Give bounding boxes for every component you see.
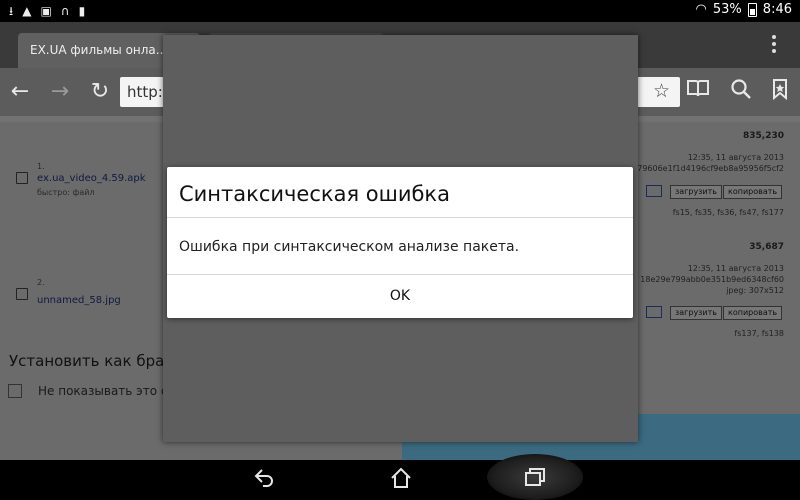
dont-show-label: Не показывать это соо <box>38 384 183 398</box>
file-hash: 18e29e799abb0e351b9ed6348cf60 <box>640 275 784 284</box>
dialog-title: Синтаксическая ошибка <box>179 182 450 206</box>
file-tags: fs137, fs138 <box>734 329 784 338</box>
file-number: 2. <box>37 278 45 287</box>
upload-button[interactable]: загрузить <box>670 306 722 320</box>
default-browser-prompt: Установить как брауз <box>9 352 182 370</box>
forward-arrow-icon[interactable]: → <box>46 78 74 106</box>
error-dialog: Синтаксическая ошибка Ошибка при синтакс… <box>167 167 633 318</box>
recent-apps-icon[interactable] <box>520 466 550 494</box>
bookmarks-icon[interactable] <box>766 78 794 108</box>
download-icon: ⭳ <box>9 4 14 18</box>
file-size: 835,230 <box>743 131 784 141</box>
sd-card-icon: ▮ <box>78 4 86 18</box>
status-bar: ⭳ ▲ ▣ ∩ ▮ ◠ 53% 8:46 <box>0 0 800 22</box>
dont-show-checkbox[interactable] <box>8 384 22 398</box>
dialog-divider <box>167 217 633 218</box>
search-icon[interactable] <box>727 78 755 108</box>
file-link[interactable]: unnamed_58.jpg <box>37 295 121 306</box>
back-icon[interactable] <box>250 466 280 494</box>
file-link[interactable]: ex.ua_video_4.59.apk <box>37 173 146 184</box>
headset-icon: ∩ <box>60 4 70 18</box>
clock: 8:46 <box>762 2 792 17</box>
url-text: http:/ <box>127 83 168 101</box>
battery-icon <box>747 2 757 17</box>
ok-button[interactable]: OK <box>167 275 633 318</box>
floppy-icon <box>16 288 28 300</box>
wifi-icon: ◠ <box>695 2 707 17</box>
reload-icon[interactable]: ↻ <box>86 78 114 106</box>
overflow-menu-icon[interactable] <box>772 35 778 56</box>
file-meta: jpeg: 307x512 <box>726 286 784 295</box>
file-number: 1. <box>37 162 45 171</box>
dialog-message: Ошибка при синтаксическом анализе пакета… <box>179 239 520 255</box>
home-icon[interactable] <box>386 466 416 494</box>
file-size: 35,687 <box>749 242 784 252</box>
star-icon[interactable]: ☆ <box>653 80 670 102</box>
floppy-icon <box>16 172 28 184</box>
file-subtitle: быстро: файл <box>37 188 95 197</box>
copy-button[interactable]: копировать <box>723 185 783 199</box>
back-arrow-icon[interactable]: ← <box>6 78 34 106</box>
copy-button[interactable]: копировать <box>723 306 783 320</box>
upload-button[interactable]: загрузить <box>670 185 722 199</box>
mail-icon[interactable] <box>646 306 662 318</box>
file-date: 12:35, 11 августа 2013 <box>687 264 784 273</box>
image-icon: ▣ <box>40 4 52 18</box>
mail-icon[interactable] <box>646 185 662 197</box>
notification-icons: ⭳ ▲ ▣ ∩ ▮ <box>9 3 85 19</box>
tab-title: EX.UA фильмы онла... <box>30 43 168 57</box>
file-date: 12:35, 11 августа 2013 <box>687 153 784 162</box>
warning-icon: ▲ <box>22 4 32 18</box>
file-hash: 79606e1f1d4196cf9eb8a95956f5cf2 <box>637 164 784 173</box>
file-tags: fs15, fs35, fs36, fs47, fs177 <box>672 208 784 217</box>
battery-percent: 53% <box>712 2 742 17</box>
navigation-bar <box>0 454 800 500</box>
reading-mode-icon[interactable] <box>684 78 712 106</box>
